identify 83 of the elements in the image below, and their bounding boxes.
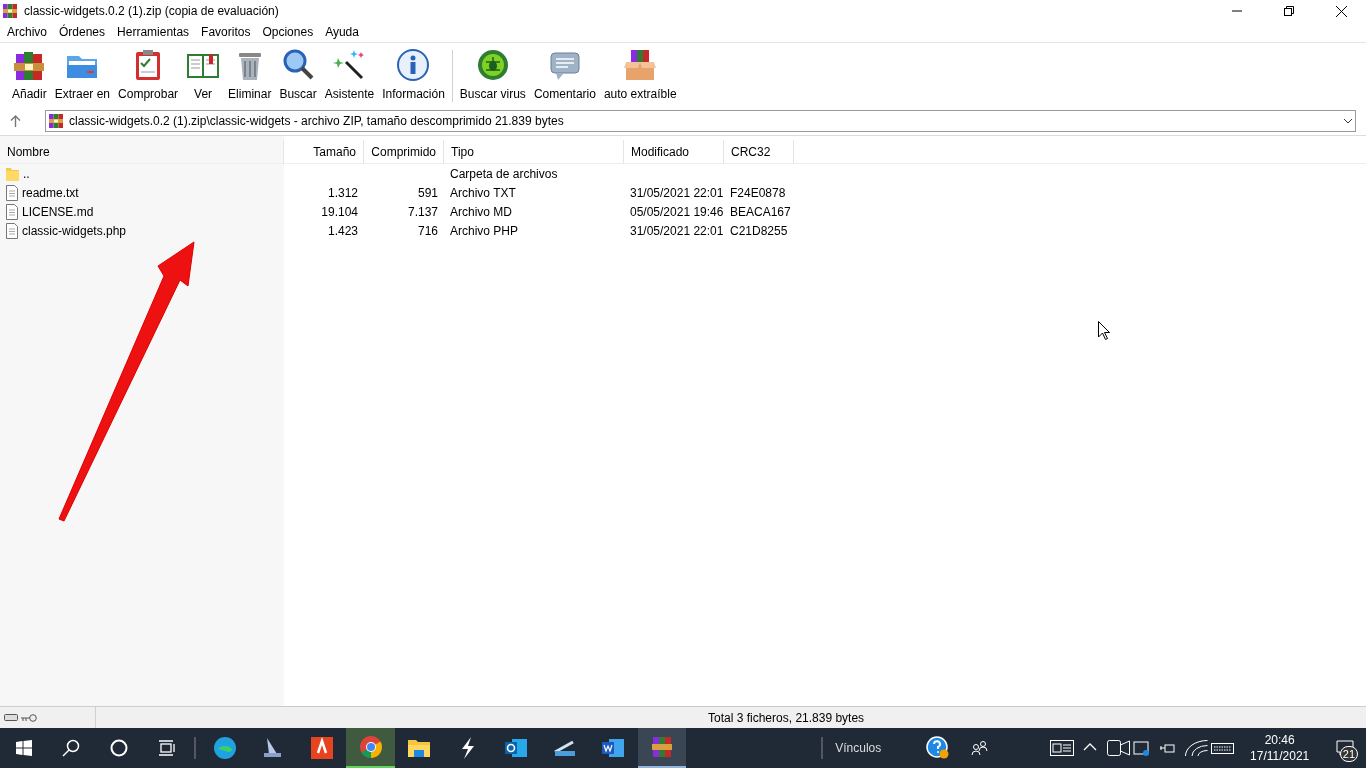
table-cell-text: F24E0878 — [730, 184, 786, 202]
dropdown-caret-icon[interactable] — [1343, 117, 1353, 124]
books-icon — [650, 735, 675, 759]
start-icon — [15, 740, 32, 756]
file-name[interactable]: .. — [23, 164, 30, 183]
bug-icon — [475, 48, 510, 82]
close-icon — [1335, 5, 1347, 17]
column-header[interactable]: Tipo — [444, 139, 624, 164]
mail-app-icon — [504, 736, 529, 760]
toolbar-button[interactable]: Comprobar — [114, 46, 183, 106]
column-header[interactable]: Nombre — [0, 139, 284, 164]
table-cell-text: 31/05/2021 22:01 — [630, 184, 724, 202]
toolbar-button[interactable]: Comentario — [529, 46, 600, 106]
document-icon — [6, 222, 18, 239]
table-cell-text: 7.137 — [407, 203, 438, 221]
table-cell-text: 1.312 — [327, 184, 358, 202]
menu-item[interactable]: Favoritos — [195, 22, 257, 42]
table-cell-text: C21D8255 — [730, 222, 788, 240]
column-header[interactable]: Modificado — [624, 139, 724, 164]
menu-item[interactable]: Herramientas — [111, 22, 196, 42]
document-icon — [6, 203, 18, 220]
table-cell-text: 1.423 — [327, 222, 358, 240]
table-cell-text: 591 — [417, 184, 438, 202]
table-cell-text: 716 — [417, 222, 438, 240]
mouse-pointer-icon — [1098, 321, 1110, 340]
links-toolbar-label[interactable]: Vínculos — [835, 739, 915, 757]
toolbar-button[interactable]: Eliminar — [224, 46, 276, 106]
menu-item[interactable]: Opciones — [256, 22, 320, 42]
table-cell-text: BEACA167 — [730, 203, 791, 221]
table-cell-text: 19.104 — [321, 203, 358, 221]
menu-item[interactable]: Archivo — [1, 22, 53, 42]
wifi-icon — [1184, 740, 1208, 756]
search-icon — [62, 739, 81, 757]
app-icon — [2, 3, 18, 19]
toolbar-button[interactable]: Buscar — [275, 46, 321, 106]
column-header[interactable]: CRC32 — [724, 139, 794, 164]
table-cell-text: 31/05/2021 22:01 — [630, 222, 724, 240]
toolbar-button[interactable]: Buscar virus — [455, 46, 530, 106]
file-name[interactable]: LICENSE.md — [22, 202, 94, 221]
status-text: Total 3 ficheros, 21.839 bytes — [707, 709, 865, 727]
news-icon — [1050, 740, 1075, 756]
toolbar-button[interactable]: auto extraíble — [599, 46, 681, 106]
task-view-icon — [157, 740, 176, 756]
file-name[interactable]: classic-widgets.php — [22, 221, 127, 240]
drive-icon — [4, 714, 18, 721]
column-header[interactable]: Tamaño — [284, 139, 364, 164]
window-title: classic-widgets.0.2 (1).zip (copia de evaluación) — [24, 3, 279, 20]
table-cell-text: Archivo TXT — [450, 184, 516, 202]
cortana-icon — [110, 739, 128, 757]
up-arrow-icon[interactable] — [10, 114, 21, 127]
taskbar-app[interactable] — [637, 728, 687, 768]
toolbar-button[interactable]: Añadir — [8, 46, 51, 106]
help-app-icon — [926, 736, 951, 760]
browser-icon — [212, 736, 237, 760]
restore-icon — [1284, 6, 1294, 16]
address-field[interactable]: classic-widgets.0.2 (1).zip\classic-widgets - archivo ZIP, tamaño descomprimido 21.839 bytes — [45, 109, 1356, 132]
table-cell-text: Carpeta de archivos — [450, 165, 558, 183]
browser-icon — [358, 735, 383, 759]
word-processor-icon — [601, 736, 626, 760]
people-icon — [971, 740, 990, 756]
clock[interactable]: 20:46 17/11/2021 — [1241, 728, 1319, 768]
notification-icon — [1336, 740, 1355, 756]
table-cell-text: 05/05/2021 19:46 — [630, 203, 724, 221]
toolbar-button[interactable]: Extraer en — [50, 46, 115, 106]
table-cell-text: Archivo MD — [450, 203, 512, 221]
info-icon — [396, 48, 431, 82]
toolbar-button[interactable]: Asistente — [320, 46, 379, 106]
magnifier-icon — [281, 48, 316, 82]
document-icon — [6, 184, 18, 201]
key-icon — [21, 713, 37, 722]
column-header[interactable]: Comprimido — [364, 139, 444, 164]
menu-item[interactable]: Ayuda — [319, 22, 365, 42]
notifications-button[interactable]: 21 — [1324, 728, 1366, 768]
box-icon — [623, 48, 658, 82]
table-cell-text: Archivo PHP — [450, 222, 519, 240]
toolbar-button[interactable]: Ver — [182, 46, 225, 106]
keyboard-icon — [1210, 740, 1234, 756]
meeting-icon — [1107, 740, 1131, 756]
document-app-icon — [309, 736, 334, 760]
toolbar-button[interactable]: Información — [378, 46, 449, 106]
archive-icon — [48, 112, 64, 129]
file-name[interactable]: readme.txt — [22, 183, 79, 202]
menu-item[interactable]: Órdenes — [53, 22, 112, 42]
